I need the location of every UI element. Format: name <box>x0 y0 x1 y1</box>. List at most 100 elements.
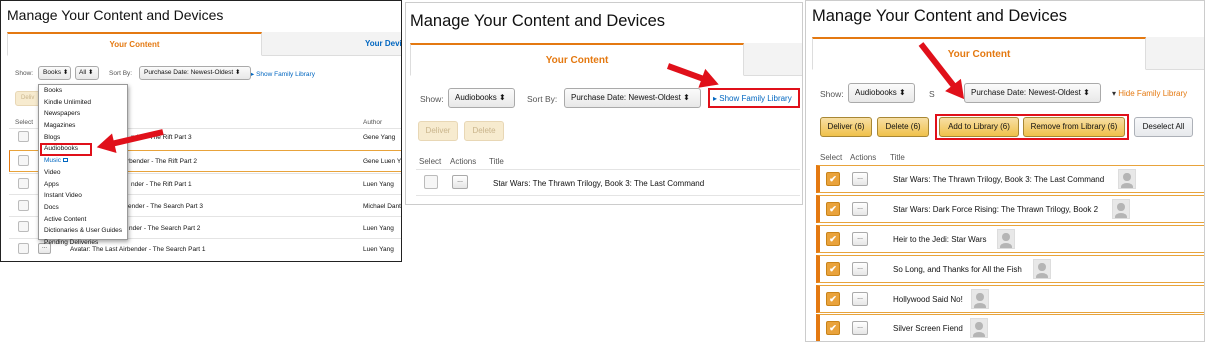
sort-select[interactable]: Purchase Date: Newest-Oldest ⬍ <box>564 88 701 108</box>
screenshot-panel-3: Manage Your Content and Devices Your Con… <box>805 0 1205 342</box>
row-checkbox[interactable] <box>18 200 29 211</box>
row-author: Luen Yang <box>363 181 394 188</box>
title-column-header: Title <box>890 153 905 162</box>
select-column-header: Select <box>419 157 442 166</box>
page-title: Manage Your Content and Devices <box>410 12 666 30</box>
row-title[interactable]: Hollywood Said No! <box>893 295 963 304</box>
tab-your-devices[interactable]: Your Devic <box>365 39 401 48</box>
library-buttons-highlight-box <box>935 114 1129 140</box>
select-arrow-icon: ⬍ <box>683 93 690 102</box>
show-category-select[interactable]: Books ⬍ <box>38 66 71 80</box>
row-checkbox[interactable] <box>18 243 29 254</box>
dropdown-item[interactable]: Dictionaries & User Guides <box>39 225 127 237</box>
select-arrow-icon: ⬍ <box>88 69 94 76</box>
table-row-selected <box>816 285 1204 313</box>
show-family-library-link[interactable]: ▸ Show Family Library <box>251 70 315 78</box>
dropdown-item[interactable]: Docs <box>39 202 127 214</box>
family-library-highlight-box <box>708 88 800 108</box>
dropdown-item[interactable]: Apps <box>39 179 127 191</box>
select-arrow-icon: ⬍ <box>62 69 69 76</box>
dropdown-item[interactable]: Magazines <box>39 120 127 132</box>
row-author: Luen Yang <box>363 225 394 232</box>
page-title: Manage Your Content and Devices <box>7 7 224 23</box>
row-title[interactable]: Silver Screen Fiend <box>893 324 963 333</box>
actions-button[interactable]: ... <box>852 172 868 186</box>
actions-button[interactable]: ... <box>852 292 868 306</box>
sort-select[interactable]: Purchase Date: Newest-Oldest ⬍ <box>139 66 251 80</box>
row-checkbox[interactable] <box>18 155 29 166</box>
actions-button[interactable]: ... <box>452 175 468 189</box>
row-checkbox-checked[interactable]: ✔ <box>826 232 840 246</box>
row-divider <box>416 169 800 170</box>
row-checkbox-checked[interactable]: ✔ <box>826 292 840 306</box>
show-label: Show: <box>15 70 34 77</box>
actions-button[interactable]: ... <box>852 202 868 216</box>
show-category-select[interactable]: Audiobooks ⬍ <box>448 88 515 108</box>
row-title[interactable]: Star Wars: The Thrawn Trilogy, Book 3: T… <box>893 175 1104 184</box>
dropdown-item[interactable]: Books <box>39 85 127 97</box>
tab-bar: Your Content <box>410 43 802 76</box>
actions-column-header: Actions <box>450 157 477 166</box>
actions-button[interactable]: ... <box>852 262 868 276</box>
author-column-header: Author <box>363 119 383 126</box>
dropdown-item-music[interactable]: Music <box>39 155 127 167</box>
tab-your-content[interactable]: Your Content <box>7 32 262 56</box>
screenshot-panel-2: Manage Your Content and Devices Your Con… <box>405 2 803 205</box>
row-checkbox[interactable] <box>18 131 29 142</box>
dropdown-item[interactable]: Pending Deliveries <box>39 237 127 249</box>
avatar-icon <box>970 318 988 338</box>
delete-button[interactable]: Delete <box>464 121 504 141</box>
sort-label-partial: S <box>929 89 935 99</box>
deselect-all-button[interactable]: Deselect All <box>1134 117 1193 137</box>
show-label: Show: <box>420 94 444 104</box>
dropdown-item[interactable]: Video <box>39 167 127 179</box>
hide-family-library-link[interactable]: ▾ Hide Family Library <box>1112 89 1187 98</box>
row-title[interactable]: Star Wars: The Thrawn Trilogy, Book 3: T… <box>493 179 704 188</box>
deliver-button[interactable]: Deliver (6) <box>820 117 872 137</box>
row-checkbox-checked[interactable]: ✔ <box>826 262 840 276</box>
row-title[interactable]: nder - The Rift Part 1 <box>131 181 192 188</box>
row-checkbox[interactable] <box>424 175 438 189</box>
external-link-icon <box>62 158 68 163</box>
screenshot-panel-1: Manage Your Content and Devices Your Con… <box>0 0 402 262</box>
category-dropdown-menu: Books Kindle Unlimited Newspapers Magazi… <box>38 84 128 246</box>
avatar-icon <box>1112 199 1130 219</box>
dropdown-item[interactable]: Instant Video <box>39 190 127 202</box>
row-title[interactable]: Heir to the Jedi: Star Wars <box>893 235 987 244</box>
row-divider <box>416 195 800 196</box>
row-author: Michael Dant <box>363 203 401 210</box>
row-title[interactable]: ender - The Search Part 3 <box>128 203 203 210</box>
row-title[interactable]: Star Wars: Dark Force Rising: The Thrawn… <box>893 205 1098 214</box>
tab-your-content[interactable]: Your Content <box>410 43 744 76</box>
row-checkbox-checked[interactable]: ✔ <box>826 202 840 216</box>
dropdown-item[interactable]: Newspapers <box>39 108 127 120</box>
select-column-header: Select <box>820 153 843 162</box>
show-category-select[interactable]: Audiobooks ⬍ <box>848 83 915 103</box>
avatar-icon <box>1033 259 1051 279</box>
tab-your-content[interactable]: Your Content <box>812 37 1146 70</box>
row-checkbox[interactable] <box>18 221 29 232</box>
avatar-icon <box>1118 169 1136 189</box>
row-title[interactable]: nder - The Search Part 2 <box>129 225 200 232</box>
row-checkbox-checked[interactable]: ✔ <box>826 321 840 335</box>
dropdown-item[interactable]: Kindle Unlimited <box>39 97 127 109</box>
row-title[interactable]: rbender - The Rift Part 2 <box>127 158 197 165</box>
row-checkbox[interactable] <box>18 178 29 189</box>
select-arrow-icon: ⬍ <box>899 88 906 97</box>
row-author: Gene Yang <box>363 134 396 141</box>
actions-column-header: Actions <box>850 153 877 162</box>
select-arrow-icon: ⬍ <box>235 69 241 76</box>
delete-button[interactable]: Delete (6) <box>877 117 929 137</box>
title-column-header: Title <box>489 157 504 166</box>
actions-button[interactable]: ... <box>852 232 868 246</box>
dropdown-item[interactable]: Active Content <box>39 214 127 226</box>
avatar-icon <box>971 289 989 309</box>
sort-select[interactable]: Purchase Date: Newest-Oldest ⬍ <box>964 83 1101 103</box>
row-checkbox-checked[interactable]: ✔ <box>826 172 840 186</box>
show-filter-select[interactable]: All ⬍ <box>75 66 99 80</box>
deliver-button[interactable]: Deliver <box>418 121 458 141</box>
actions-button[interactable]: ... <box>852 321 868 335</box>
row-title[interactable]: So Long, and Thanks for All the Fish <box>893 265 1022 274</box>
audiobooks-highlight-box <box>40 143 92 156</box>
page-title: Manage Your Content and Devices <box>812 7 1068 25</box>
